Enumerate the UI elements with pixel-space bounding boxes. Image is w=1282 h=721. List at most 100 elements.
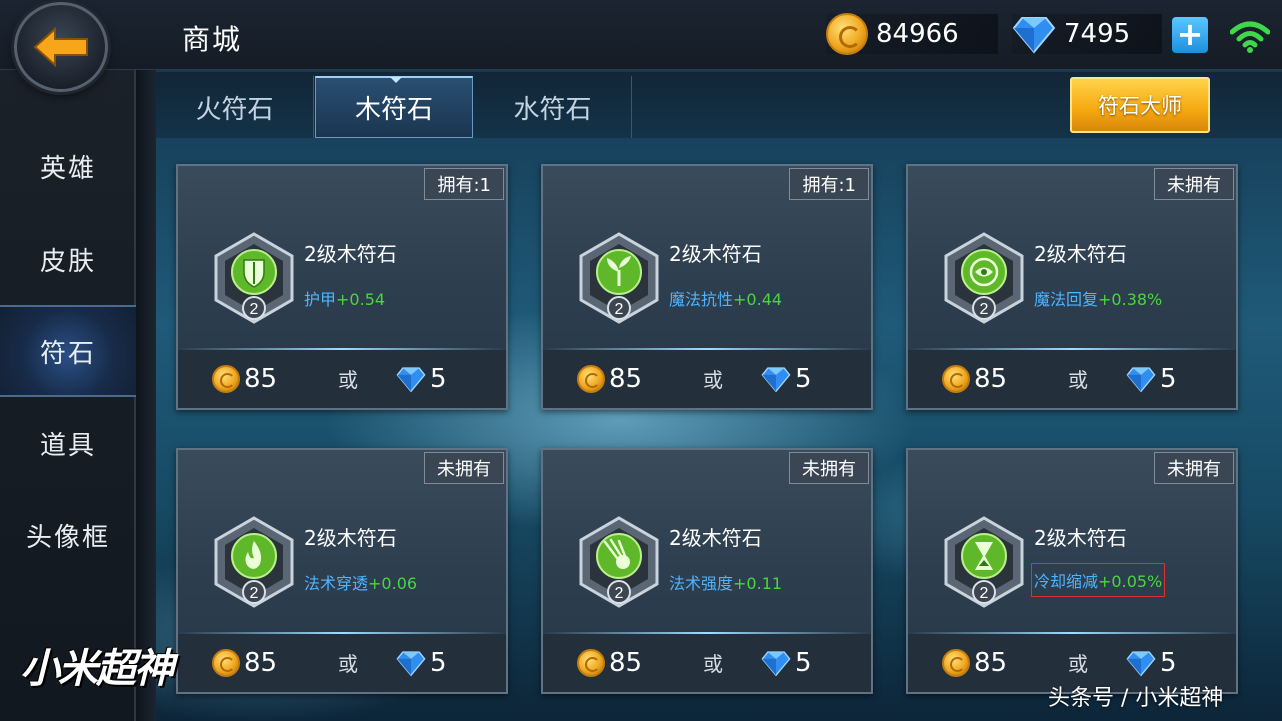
gem-price: 5 (430, 648, 447, 678)
gem-price-button[interactable]: 5 (396, 648, 447, 678)
rune-level: 2 (980, 585, 989, 602)
gold-coin-icon (212, 365, 240, 393)
gem-price-button[interactable]: 5 (761, 648, 812, 678)
price-bar: 85 或 5 (543, 634, 871, 692)
ownership-badge: 未拥有 (789, 452, 869, 484)
rune-card[interactable]: 未拥有 2 2级木符石 魔法回复+0.38% 85 或 5 (906, 164, 1238, 410)
gem-price: 5 (430, 364, 447, 394)
or-label: 或 (1068, 652, 1088, 676)
gold-coin-icon (942, 365, 970, 393)
gold-price: 85 (609, 648, 643, 678)
ownership-badge: 拥有:1 (424, 168, 504, 200)
sidebar-item-heroes[interactable]: 英雄 (0, 120, 136, 212)
price-bar: 85 或 5 (178, 350, 506, 408)
gold-price: 85 (609, 364, 643, 394)
gem-balance: 7495 (1012, 14, 1162, 54)
rune-emblem: 2 (579, 232, 659, 324)
gold-price-button[interactable]: 85 (577, 648, 642, 678)
gold-coin-icon (826, 13, 868, 55)
sidebar-item-label: 头像框 (25, 522, 110, 553)
rune-card[interactable]: 拥有:1 2 2级木符石护甲+0.54 85 或 5 (176, 164, 508, 410)
gold-price: 85 (974, 648, 1008, 678)
gold-price-button[interactable]: 85 (942, 648, 1007, 678)
rune-stat: 冷却缩减+0.05% (1030, 563, 1166, 597)
rune-name: 2级木符石 (304, 242, 397, 266)
price-bar: 85 或 5 (908, 350, 1236, 408)
category-sidebar: 英雄 皮肤 符石 道具 头像框 (0, 70, 136, 721)
gem-price-button[interactable]: 5 (396, 364, 447, 394)
rune-master-button[interactable]: 符石大师 (1070, 77, 1210, 133)
rune-card[interactable]: 拥有:1 2 2级木符石魔法抗性+0.44 85 或 5 (541, 164, 873, 410)
wifi-icon (1230, 21, 1270, 53)
diamond-icon (396, 367, 426, 393)
gold-price: 85 (244, 648, 278, 678)
sidebar-item-skins[interactable]: 皮肤 (0, 213, 136, 305)
stat-name: 护甲 (304, 290, 337, 309)
stat-value: +0.38% (1098, 290, 1163, 309)
diamond-icon (761, 367, 791, 393)
diamond-icon (761, 651, 791, 677)
stat-name: 冷却缩减 (1034, 572, 1099, 591)
gem-price-button[interactable]: 5 (1126, 364, 1177, 394)
rune-card[interactable]: 未拥有 2 2级木符石 法术穿透+0.06 85 或 5 (176, 448, 508, 694)
stat-value: +0.54 (336, 290, 386, 309)
rune-emblem: 2 (579, 516, 659, 608)
or-label: 或 (703, 652, 723, 676)
sidebar-item-label: 符石 (39, 338, 96, 369)
gold-amount: 84966 (876, 19, 959, 49)
rune-stat: 法术穿透+0.06 (304, 568, 417, 596)
stat-value: +0.05% (1098, 572, 1163, 591)
ownership-badge: 未拥有 (424, 452, 504, 484)
rune-name: 2级木符石 (1034, 526, 1127, 550)
rune-card[interactable]: 未拥有 2 2级木符石冷却缩减+0.05% 85 或 5 (906, 448, 1238, 694)
diamond-icon (396, 651, 426, 677)
rune-level: 2 (615, 585, 624, 602)
sidebar-item-label: 英雄 (39, 153, 96, 184)
gold-price-button[interactable]: 85 (577, 364, 642, 394)
gold-price-button[interactable]: 85 (942, 364, 1007, 394)
or-label: 或 (338, 368, 358, 392)
gold-price-button[interactable]: 85 (212, 364, 277, 394)
rune-name: 2级木符石 (304, 526, 397, 550)
rune-card[interactable]: 未拥有 2 2级木符石 法术强度+0.11 85 或 5 (541, 448, 873, 694)
gold-balance: 84966 (826, 13, 998, 55)
ownership-badge: 拥有:1 (789, 168, 869, 200)
sidebar-item-runes[interactable]: 符石 (0, 305, 136, 397)
rune-name: 2级木符石 (669, 526, 762, 550)
gold-coin-icon (577, 649, 605, 677)
watermark: 头条号 / 小米超神 (1048, 686, 1224, 711)
rune-stat: 魔法抗性+0.44 (669, 284, 782, 312)
tab-label: 火符石 (195, 94, 274, 125)
sidebar-item-avatar-frames[interactable]: 头像框 (0, 489, 136, 581)
ownership-badge: 未拥有 (1154, 452, 1234, 484)
sidebar-item-label: 道具 (39, 430, 96, 461)
rune-emblem: 2 (944, 232, 1024, 324)
tab-label: 水符石 (513, 94, 592, 125)
tab-fire-rune[interactable]: 火符石 (156, 76, 314, 138)
diamond-icon (1012, 17, 1056, 54)
diamond-icon (1126, 651, 1156, 677)
add-currency-button[interactable]: + (1172, 17, 1208, 53)
gem-price: 5 (1160, 364, 1177, 394)
tab-water-rune[interactable]: 水符石 (474, 76, 632, 138)
sidebar-divider (136, 70, 156, 721)
rune-emblem: 2 (214, 232, 294, 324)
gold-coin-icon (212, 649, 240, 677)
gold-price-button[interactable]: 85 (212, 648, 277, 678)
stat-value: +0.11 (733, 574, 783, 593)
page-title: 商城 (182, 23, 243, 56)
or-label: 或 (703, 368, 723, 392)
stat-name: 魔法回复 (1034, 290, 1099, 309)
sidebar-item-items[interactable]: 道具 (0, 397, 136, 489)
rune-name: 2级木符石 (669, 242, 762, 266)
tab-wood-rune[interactable]: 木符石 (315, 76, 473, 138)
or-label: 或 (1068, 368, 1088, 392)
stat-name: 法术穿透 (304, 574, 369, 593)
diamond-icon (1126, 367, 1156, 393)
rune-stat: 魔法回复+0.38% (1034, 284, 1162, 312)
stat-value: +0.06 (368, 574, 418, 593)
gem-price-button[interactable]: 5 (761, 364, 812, 394)
gold-price: 85 (974, 364, 1008, 394)
gem-price-button[interactable]: 5 (1126, 648, 1177, 678)
back-button[interactable] (14, 2, 108, 92)
